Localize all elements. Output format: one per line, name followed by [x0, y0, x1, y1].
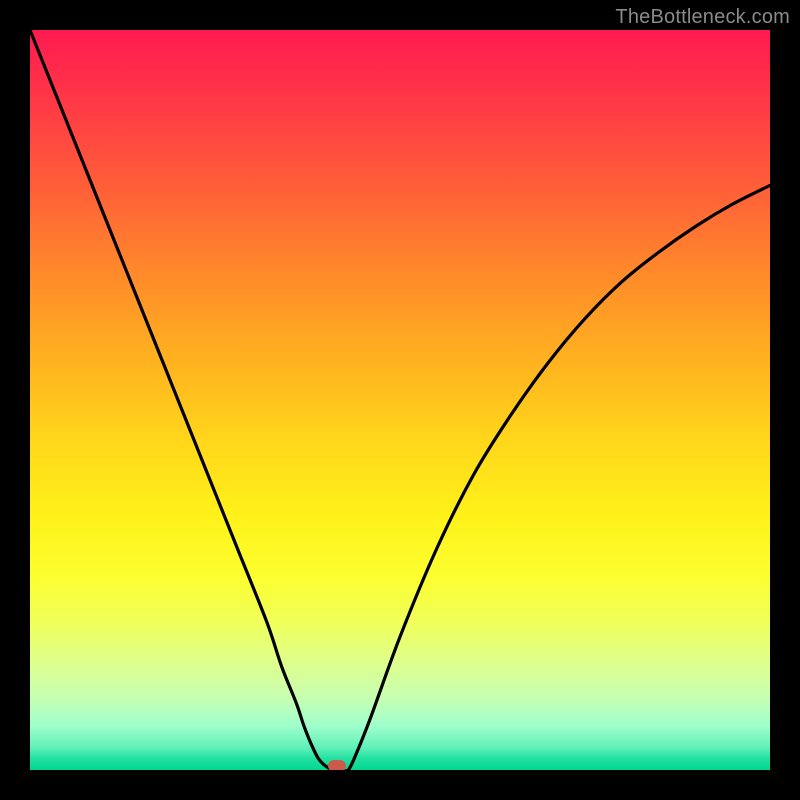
bottleneck-curve — [30, 30, 770, 770]
chart-frame: TheBottleneck.com — [0, 0, 800, 800]
curve-layer — [30, 30, 770, 770]
watermark-text: TheBottleneck.com — [615, 6, 790, 29]
optimal-point-marker — [328, 760, 346, 770]
plot-area — [30, 30, 770, 770]
